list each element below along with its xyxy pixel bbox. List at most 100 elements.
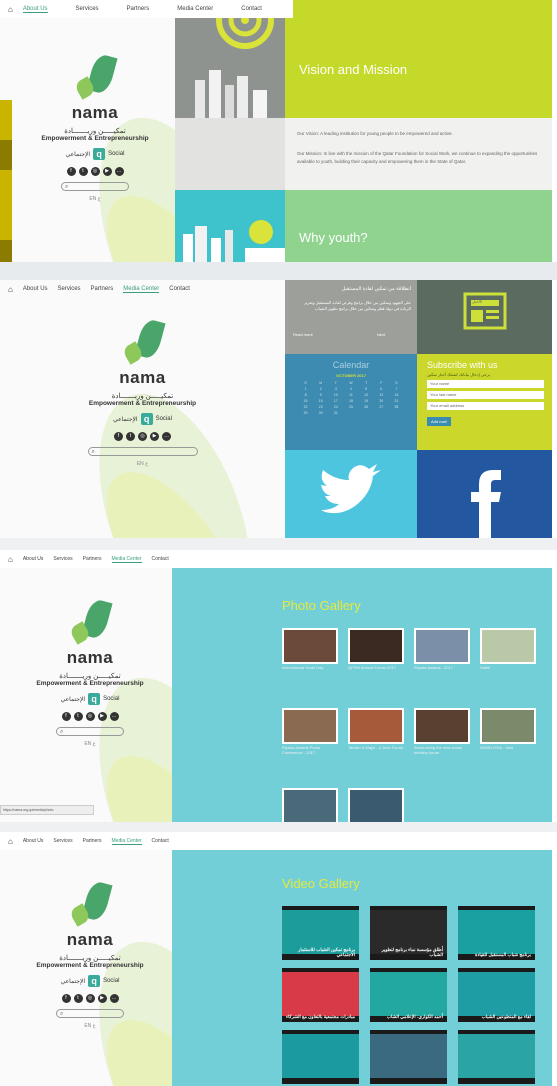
video-thumbnail[interactable]: برنامج تمكين الشباب للاستثمار الاجتماعي: [282, 906, 359, 960]
calendar-day[interactable]: 4: [344, 387, 357, 391]
nav-about-us[interactable]: About Us: [23, 556, 44, 562]
nav-media-center[interactable]: Media Center: [177, 6, 213, 12]
nav-media-center[interactable]: Media Center: [111, 556, 142, 563]
calendar-day[interactable]: 21: [390, 399, 403, 403]
photo-thumbnail[interactable]: Riyada Awards Press Conference - 2017: [282, 708, 338, 755]
nav-partners[interactable]: Partners: [91, 286, 114, 292]
home-icon[interactable]: ⌂: [8, 285, 13, 294]
video-thumbnail[interactable]: [370, 1030, 447, 1084]
calendar-day[interactable]: 10: [329, 393, 342, 397]
facebook-icon[interactable]: f: [66, 167, 76, 176]
search-input[interactable]: ⌕: [61, 182, 129, 191]
nav-about-us[interactable]: About Us: [22, 6, 48, 13]
read-more-link[interactable]: Read more: [293, 332, 313, 337]
nama-logo[interactable]: nama تمكيـــــن وريـــــــادة Empowermen…: [35, 52, 155, 202]
facebook-icon[interactable]: f: [61, 712, 71, 721]
calendar-day[interactable]: 19: [360, 399, 373, 403]
calendar-day[interactable]: 27: [375, 405, 388, 409]
photo-thumbnail[interactable]: Safeti: [480, 628, 536, 672]
video-thumbnail[interactable]: مبادرات مجتمعية بالتعاون مع الشركاء: [282, 968, 359, 1022]
twitter-icon[interactable]: t: [73, 712, 83, 721]
photo-thumbnail[interactable]: SAWN 2016 - Visit: [480, 708, 536, 752]
calendar-day[interactable]: 28: [390, 405, 403, 409]
submit-button[interactable]: Add mail: [427, 417, 451, 426]
nama-logo[interactable]: nama تمكيـــــن وريـــــــادة Empowermen…: [30, 879, 150, 1029]
calendar-day[interactable]: 3: [329, 387, 342, 391]
calendar-day[interactable]: 25: [344, 405, 357, 409]
youtube-icon[interactable]: ▶: [97, 994, 107, 1003]
nav-contact[interactable]: Contact: [241, 6, 262, 12]
language-switch[interactable]: EN ع: [35, 196, 155, 202]
calendar-day[interactable]: 18: [344, 399, 357, 403]
video-thumbnail[interactable]: لقاء مع المتطوعين الشباب: [458, 968, 535, 1022]
youtube-icon[interactable]: ▶: [97, 712, 107, 721]
more-icon[interactable]: …: [162, 432, 171, 441]
home-icon[interactable]: ⌂: [8, 555, 13, 564]
calendar-day[interactable]: 2: [314, 387, 327, 391]
nav-contact[interactable]: Contact: [152, 838, 169, 844]
calendar-day[interactable]: 16: [314, 399, 327, 403]
email-field[interactable]: Your email address: [427, 402, 544, 410]
name-field[interactable]: Your name: [427, 380, 544, 388]
twitter-block[interactable]: [285, 450, 417, 538]
photo-thumbnail[interactable]: Announcing the new social ministry forum: [414, 708, 470, 755]
calendar-day[interactable]: 8: [299, 393, 312, 397]
search-input[interactable]: ⌕: [87, 447, 198, 456]
nav-media-center[interactable]: Media Center: [123, 286, 160, 293]
calendar-grid[interactable]: S M T W T F S 1 2 3 4 5 6 7 8 9 10 11 12 13 14 15 16 17 18 19 20 21…: [299, 381, 403, 415]
calendar-day[interactable]: 1: [299, 387, 312, 391]
calendar-day[interactable]: 13: [375, 393, 388, 397]
calendar-day[interactable]: 5: [360, 387, 373, 391]
nav-partners[interactable]: Partners: [83, 838, 102, 844]
calendar-day[interactable]: 30: [314, 411, 327, 415]
instagram-icon[interactable]: ◎: [138, 432, 147, 441]
video-thumbnail[interactable]: [458, 1030, 535, 1084]
photo-thumbnail[interactable]: International Youth Day: [282, 628, 338, 672]
twitter-icon[interactable]: t: [78, 167, 88, 176]
calendar-day[interactable]: 22: [299, 405, 312, 409]
photo-thumbnail[interactable]: [348, 788, 404, 822]
nama-logo[interactable]: nama تمكيـــــن وريـــــــادة Empowermen…: [30, 597, 150, 747]
nav-contact[interactable]: Contact: [152, 556, 169, 562]
next-link[interactable]: Next: [377, 332, 385, 337]
photo-thumbnail[interactable]: Riyada Awards - 2017: [414, 628, 470, 672]
home-icon[interactable]: ⌂: [8, 5, 13, 14]
home-icon[interactable]: ⌂: [8, 837, 13, 846]
photo-thumbnail[interactable]: [282, 788, 338, 822]
calendar-day[interactable]: 12: [360, 393, 373, 397]
instagram-icon[interactable]: ◎: [85, 994, 95, 1003]
nav-services[interactable]: Services: [53, 556, 72, 562]
more-icon[interactable]: …: [109, 712, 119, 721]
calendar-day[interactable]: 23: [314, 405, 327, 409]
facebook-icon[interactable]: f: [61, 994, 71, 1003]
calendar-day[interactable]: 24: [329, 405, 342, 409]
language-switch[interactable]: EN ع: [80, 461, 205, 467]
calendar-day[interactable]: 31: [329, 411, 342, 415]
calendar-day[interactable]: 20: [375, 399, 388, 403]
nav-about-us[interactable]: About Us: [23, 286, 48, 292]
calendar-day[interactable]: 9: [314, 393, 327, 397]
more-icon[interactable]: …: [114, 167, 124, 176]
nav-media-center[interactable]: Media Center: [111, 838, 142, 845]
nama-logo[interactable]: nama تمكيـــــن وريـــــــادة Empowermen…: [80, 317, 205, 467]
more-icon[interactable]: …: [109, 994, 119, 1003]
video-thumbnail[interactable]: [282, 1030, 359, 1084]
facebook-block[interactable]: [417, 450, 552, 538]
twitter-icon[interactable]: t: [126, 432, 135, 441]
youtube-icon[interactable]: ▶: [150, 432, 159, 441]
calendar-day[interactable]: 26: [360, 405, 373, 409]
photo-thumbnail[interactable]: Tamkin & Majid - A Joint Forum: [348, 708, 404, 752]
video-thumbnail[interactable]: أحمد الكواري: الإعلامي الشاب: [370, 968, 447, 1022]
last-name-field[interactable]: Your last name: [427, 391, 544, 399]
nav-services[interactable]: Services: [58, 286, 81, 292]
nav-contact[interactable]: Contact: [169, 286, 190, 292]
calendar-day[interactable]: 15: [299, 399, 312, 403]
language-switch[interactable]: EN ع: [30, 741, 150, 747]
search-input[interactable]: ⌕: [56, 727, 124, 736]
calendar-day[interactable]: 7: [390, 387, 403, 391]
calendar-day[interactable]: 14: [390, 393, 403, 397]
youtube-icon[interactable]: ▶: [102, 167, 112, 176]
nav-about-us[interactable]: About Us: [23, 838, 44, 844]
calendar-day[interactable]: 29: [299, 411, 312, 415]
facebook-icon[interactable]: f: [114, 432, 123, 441]
